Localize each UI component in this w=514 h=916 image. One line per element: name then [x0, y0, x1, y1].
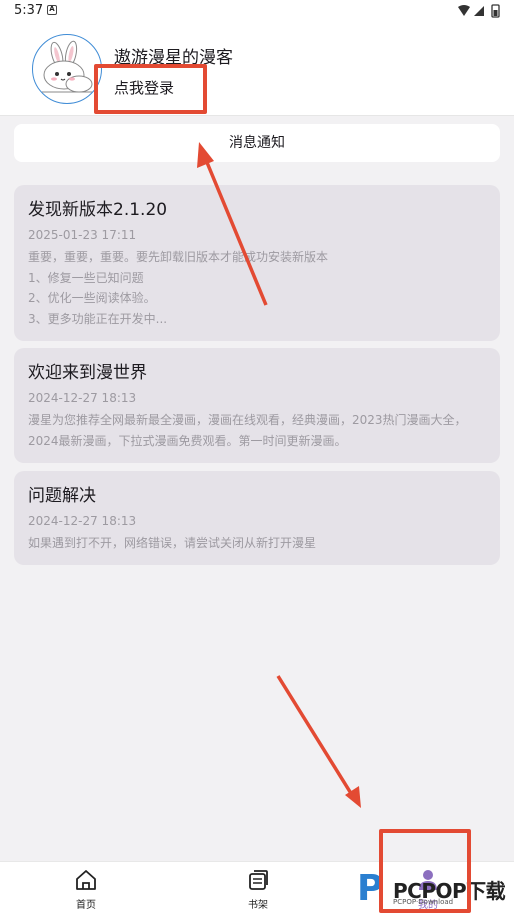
profile-tab-highlight-box [379, 829, 471, 913]
nav-label-home: 首页 [76, 900, 96, 911]
status-indicators [458, 4, 500, 18]
announcement-line: 3、更多功能正在开发中... [28, 311, 168, 326]
message-notification-button[interactable]: 消息通知 [14, 124, 500, 162]
announcement-card[interactable]: 欢迎来到漫世界 2024-12-27 18:13 漫星为您推荐全网最新最全漫画，… [14, 348, 500, 463]
signal-icon [474, 6, 484, 16]
announcement-date: 2025-01-23 17:11 [28, 228, 137, 242]
announcement-line: 2、优化一些阅读体验。 [28, 291, 156, 305]
announcement-date: 2024-12-27 18:13 [28, 391, 137, 405]
nav-label-bookshelf: 书架 [248, 900, 268, 911]
wifi-icon [458, 5, 470, 16]
status-bar: 5:37 A [0, 0, 514, 22]
home-icon [76, 870, 96, 890]
announcement-line: 漫星为您推荐全网最新最全漫画，漫画在线观看，经典漫画，2023热门漫画大全， [28, 413, 467, 427]
profile-header: 遨游漫星的漫客 点我登录 [0, 22, 514, 116]
announcement-line: 1、修复一些已知问题 [28, 270, 144, 285]
bookshelf-icon [249, 870, 268, 890]
announcement-date: 2024-12-27 18:13 [28, 514, 137, 528]
announcement-line: 2024最新漫画，下拉式漫画免费观看。第一时间更新漫画。 [28, 433, 347, 448]
announcement-line: 如果遇到打不开，网络错误，请尝试关闭从新打开漫星 [28, 536, 317, 550]
announcement-body: 漫星为您推荐全网最新最全漫画，漫画在线观看，经典漫画，2023热门漫画大全， 2… [28, 410, 486, 451]
announcement-card[interactable]: 发现新版本2.1.20 2025-01-23 17:11 重要，重要，重要。要先… [14, 185, 500, 341]
announcement-title: 发现新版本2.1.20 [28, 200, 168, 220]
avatar[interactable] [32, 34, 102, 104]
arrow-to-profile-tab [276, 675, 354, 796]
announcement-card[interactable]: 问题解决 2024-12-27 18:13 如果遇到打不开，网络错误，请尝试关闭… [14, 471, 500, 565]
announcement-body: 如果遇到打不开，网络错误，请尝试关闭从新打开漫星 [28, 533, 486, 554]
arrow-to-profile-tab-head [345, 786, 361, 808]
announcement-body: 重要，重要，重要。要先卸载旧版本才能成功安装新版本 1、修复一些已知问题 2、优… [28, 247, 486, 329]
nav-item-home[interactable]: 首页 [36, 862, 136, 916]
status-time: 5:37 [14, 3, 44, 18]
bunny-avatar-icon [41, 40, 93, 93]
nav-item-bookshelf[interactable]: 书架 [208, 862, 308, 916]
announcement-title: 问题解决 [28, 486, 96, 506]
announcement-line: 重要，重要，重要。要先卸载旧版本才能成功安装新版本 [28, 250, 329, 264]
notification-app-icon: A [47, 5, 57, 15]
login-highlight-box [94, 64, 207, 114]
announcement-title: 欢迎来到漫世界 [28, 363, 147, 383]
